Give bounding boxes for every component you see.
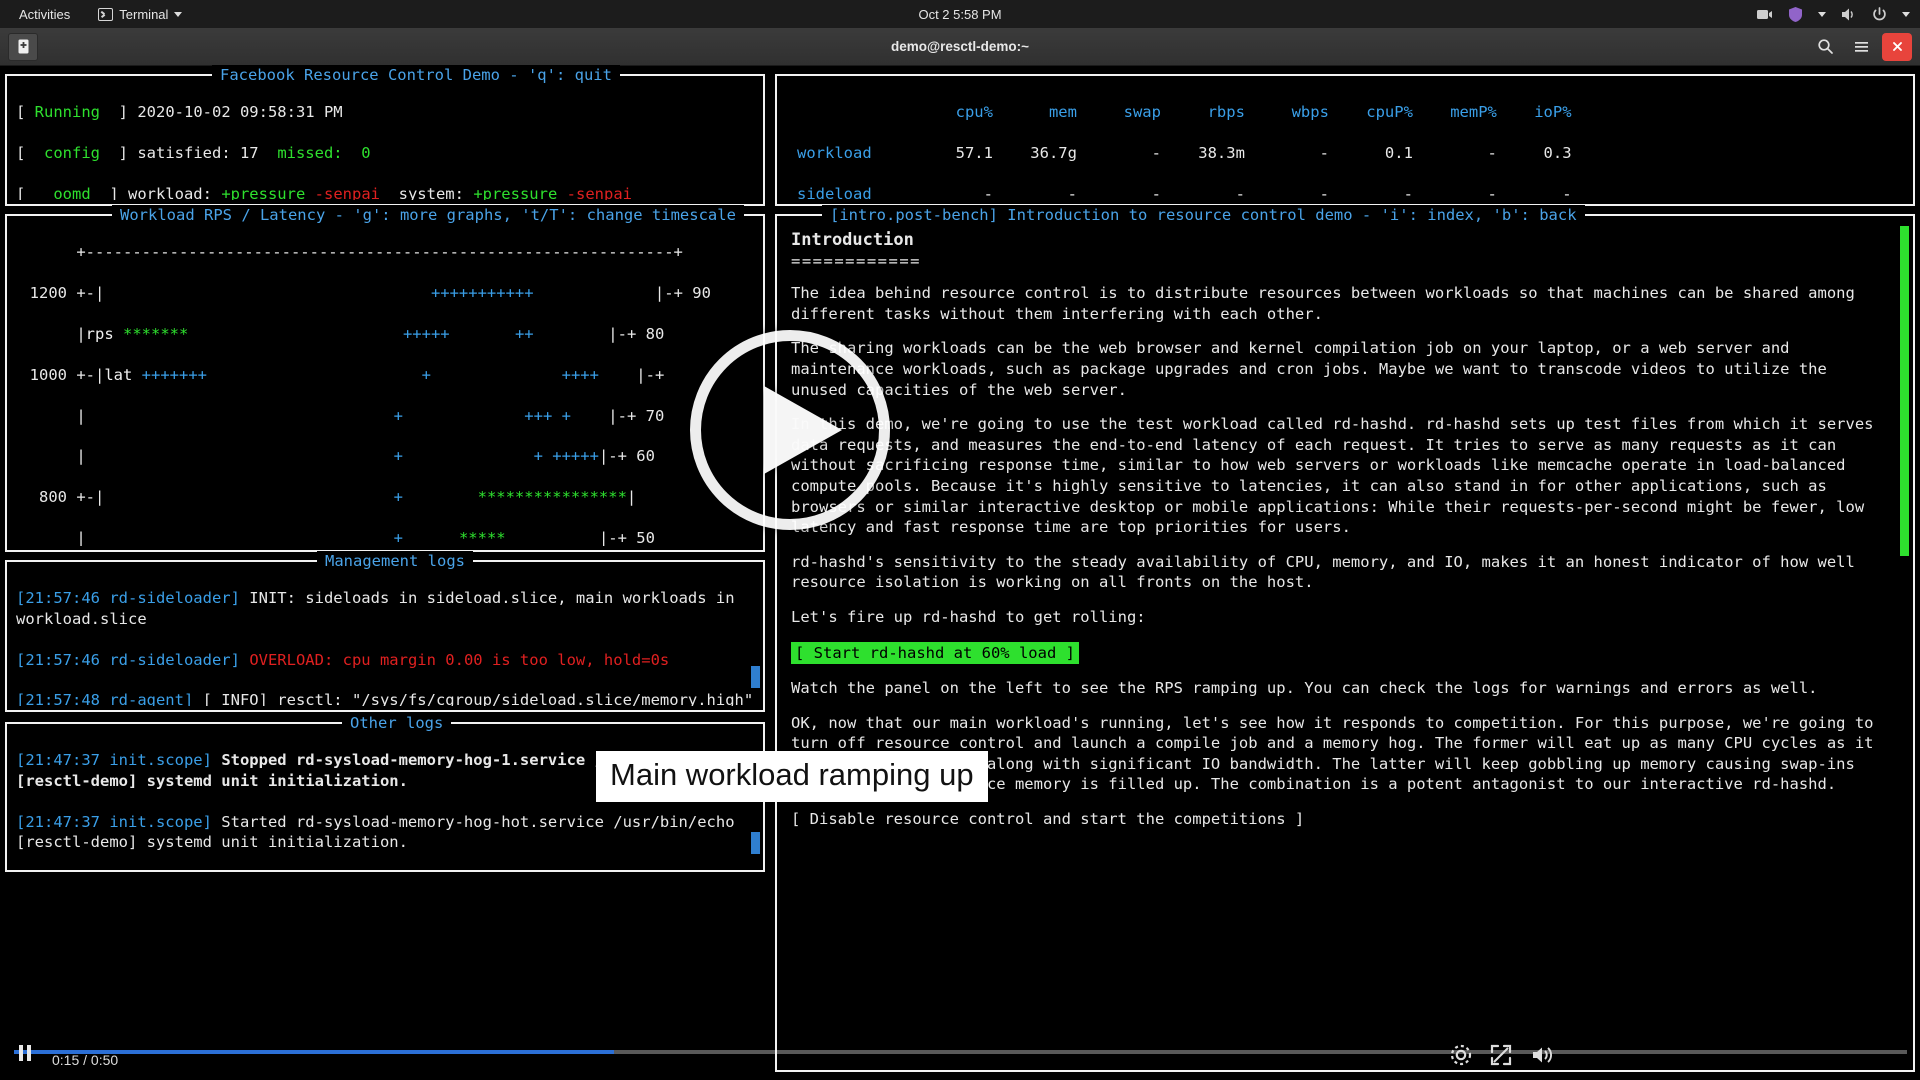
log-line: [21:57:46 rd-sideloader] OVERLOAD: cpu m… [16,650,757,670]
doc-panel-scrollbar[interactable] [1900,226,1909,556]
terminal-content[interactable]: Facebook Resource Control Demo - 'q': qu… [0,66,1920,1080]
screencast-icon[interactable] [1756,6,1773,23]
rps-latency-chart: +---------------------------------------… [11,222,757,546]
gnome-top-bar: Activities Terminal Oct 2 5:58 PM [0,0,1920,28]
video-controls[interactable]: 0:15 / 0:50 [0,1032,1920,1080]
shield-icon[interactable] [1787,6,1804,23]
chevron-down-icon[interactable] [1902,12,1910,17]
fullscreen-icon[interactable] [1488,1042,1518,1072]
doc-paragraph: Let's fire up rd-hashd to get rolling: [791,607,1887,628]
doc-paragraph: The sharing workloads can be the web bro… [791,338,1887,400]
clock-button[interactable]: Oct 2 5:58 PM [918,7,1001,22]
doc-heading-rule: ============ [791,251,1887,272]
screen: Activities Terminal Oct 2 5:58 PM [0,0,1920,1080]
chevron-down-icon[interactable] [1818,12,1826,17]
doc-panel-title: [intro.post-bench] Introduction to resou… [822,205,1585,225]
table-row: workload 57.1 36.7g - 38.3m - 0.1 - 0.3 [797,143,1907,163]
new-tab-button[interactable] [8,33,38,61]
doc-heading: Introduction [791,230,1887,251]
doc-paragraph: In this demo, we're going to use the tes… [791,414,1887,538]
system-tray[interactable] [1756,6,1910,23]
status-tag: Running [35,103,100,121]
app-menu-label: Terminal [119,7,168,22]
status-tag: oomd [53,185,90,200]
power-icon[interactable] [1871,6,1888,23]
volume-icon[interactable] [1840,6,1857,23]
chevron-down-icon [174,12,182,17]
video-time-label: 0:15 / 0:50 [52,1052,118,1068]
hamburger-menu-icon[interactable] [1846,33,1876,61]
activities-button[interactable]: Activities [12,4,77,25]
table-row: sideload - - - - - - - - [797,184,1907,200]
status-text: 2020-10-02 09:58:31 PM [137,103,342,121]
log-line: [21:47:37 init.scope] Started rd-sysload… [16,812,757,853]
status-tag: config [44,144,100,162]
management-logs-panel[interactable]: Management logs [21:57:46 rd-sideloader]… [5,560,765,712]
graph-panel: Workload RPS / Latency - 'g': more graph… [5,214,765,552]
search-icon[interactable] [1810,33,1840,61]
doc-panel[interactable]: [intro.post-bench] Introduction to resou… [775,214,1915,1072]
disable-resource-control-button[interactable]: [ Disable resource control and start the… [791,809,1887,830]
doc-paragraph: The idea behind resource control is to d… [791,283,1887,324]
activities-label: Activities [19,7,70,22]
table-header-row: cpu% mem swap rbps wbps cpuP% memP% ioP% [797,102,1907,122]
clock-label: Oct 2 5:58 PM [918,7,1001,22]
terminal-icon [98,8,113,21]
volume-icon[interactable] [1530,1042,1560,1072]
other-logs-scrollbar[interactable] [751,832,760,854]
status-row: [ Running ] 2020-10-02 09:58:31 PM [16,102,757,122]
status-row: [ config ] satisfied: 17 missed: 0 [16,143,757,163]
log-line: [21:57:48 rd-agent] [ INFO] resctl: "/sy… [16,690,757,706]
status-row: [ oomd ] workload: +pressure -senpai sys… [16,184,757,200]
resource-table-panel: cpu% mem swap rbps wbps cpuP% memP% ioP%… [775,74,1915,206]
doc-paragraph: rd-hashd's sensitivity to the steady ava… [791,552,1887,593]
video-caption: Main workload ramping up [596,751,988,802]
window-title: demo@resctl-demo:~ [891,39,1029,54]
status-panel: Facebook Resource Control Demo - 'q': qu… [5,74,765,206]
video-pause-button[interactable] [14,1042,44,1072]
video-progress-bar[interactable] [14,1050,1907,1054]
window-titlebar: demo@resctl-demo:~ [0,28,1920,66]
app-menu-terminal[interactable]: Terminal [91,4,189,25]
close-icon[interactable] [1882,33,1912,61]
start-rd-hashd-button[interactable]: [ Start rd-hashd at 60% load ] [791,642,1079,665]
gear-icon[interactable] [1448,1042,1478,1072]
doc-paragraph: Watch the panel on the left to see the R… [791,678,1887,699]
management-logs-scrollbar[interactable] [751,666,760,688]
log-line: [21:57:46 rd-sideloader] INIT: sideloads… [16,588,757,629]
